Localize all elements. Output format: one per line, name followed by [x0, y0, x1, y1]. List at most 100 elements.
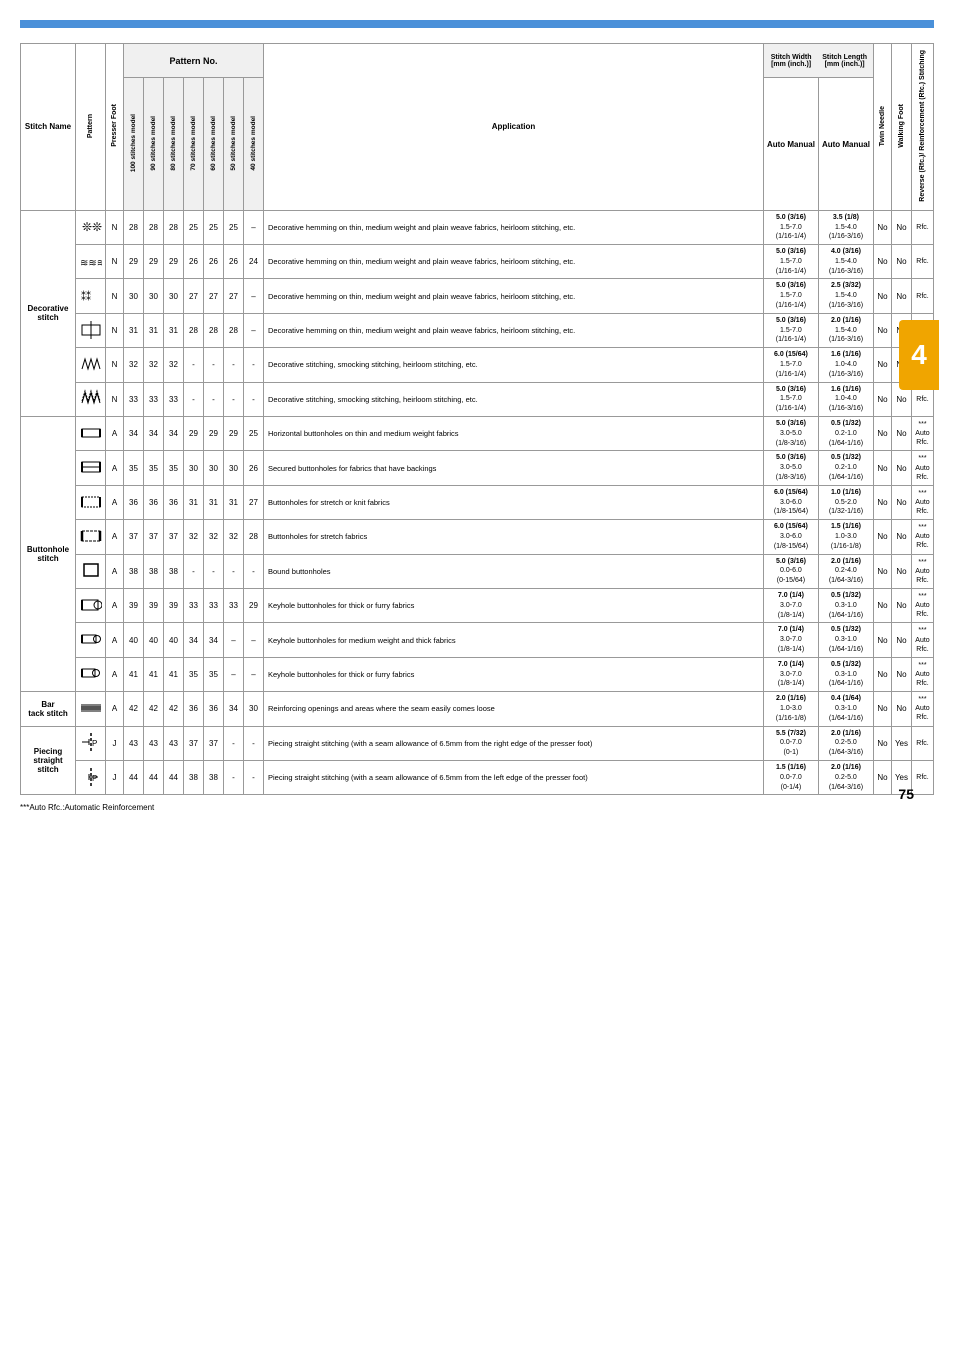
- pattern-num-n70: -: [184, 554, 204, 588]
- pattern-num-n100: 33: [124, 382, 144, 416]
- pattern-num-n40: –: [244, 657, 264, 691]
- stitch-length-cell: 1.5 (1/16)1.0-3.0(1/16-1/8): [818, 520, 873, 554]
- pattern-num-n40: 25: [244, 417, 264, 451]
- twin-needle-cell: No: [873, 417, 891, 451]
- pattern-num-n70: 35: [184, 657, 204, 691]
- pattern-num-n80: 35: [164, 451, 184, 485]
- pattern-num-n70: 37: [184, 726, 204, 760]
- pattern-num-n100: 34: [124, 417, 144, 451]
- pattern-num-n100: 28: [124, 210, 144, 244]
- application-cell: Decorative hemming on thin, medium weigh…: [264, 279, 764, 313]
- pattern-icon-cell: ❊❊: [76, 210, 106, 244]
- pattern-num-n70: 31: [184, 485, 204, 519]
- stitch-length-cell: 1.6 (1/16)1.0-4.0(1/16-3/16): [818, 382, 873, 416]
- twin-needle-cell: No: [873, 554, 891, 588]
- stitch-width-cell: 5.0 (3/16)0.0-6.0(0-15/64): [763, 554, 818, 588]
- pattern-icon-cell: [76, 554, 106, 588]
- pattern-num-n80: 29: [164, 245, 184, 279]
- header-100: 100 stitches model: [124, 78, 144, 210]
- pattern-icon-cell: [76, 313, 106, 347]
- reverse-cell: Rfc.: [912, 726, 934, 760]
- reverse-cell: Rfc.: [912, 210, 934, 244]
- presser-foot-cell: A: [106, 485, 124, 519]
- stitch-width-cell: 1.5 (1/16)0.0-7.0(0-1/4): [763, 760, 818, 794]
- pattern-num-n70: 38: [184, 760, 204, 794]
- svg-text:P: P: [92, 739, 97, 748]
- pattern-num-n80: 28: [164, 210, 184, 244]
- presser-foot-cell: A: [106, 657, 124, 691]
- table-row: A36363631313127Buttonholes for stretch o…: [21, 485, 934, 519]
- group-name-cell: Bartack stitch: [21, 692, 76, 726]
- pattern-num-n40: 30: [244, 692, 264, 726]
- pattern-num-n40: –: [244, 210, 264, 244]
- stitch-length-cell: 2.0 (1/16)0.2-5.0(1/64-3/16): [818, 726, 873, 760]
- pattern-num-n80: 32: [164, 348, 184, 382]
- svg-text:≋≋≋: ≋≋≋: [80, 258, 102, 269]
- header-pattern: Pattern: [76, 44, 106, 211]
- pattern-num-n70: 25: [184, 210, 204, 244]
- pattern-icon-cell: [76, 485, 106, 519]
- pattern-num-n80: 37: [164, 520, 184, 554]
- application-cell: Reinforcing openings and areas where the…: [264, 692, 764, 726]
- header-60: 60 stitches model: [204, 78, 224, 210]
- application-cell: Keyhole buttonholes for thick or furry f…: [264, 657, 764, 691]
- presser-foot-cell: A: [106, 623, 124, 657]
- pattern-num-n50: 29: [224, 417, 244, 451]
- pattern-num-n60: 35: [204, 657, 224, 691]
- pattern-num-n90: 32: [144, 348, 164, 382]
- stitch-width-cell: 7.0 (1/4)3.0-7.0(1/8-1/4): [763, 589, 818, 623]
- twin-needle-cell: No: [873, 348, 891, 382]
- pattern-num-n40: -: [244, 382, 264, 416]
- stitch-length-cell: 0.5 (1/32)0.3-1.0(1/64-1/16): [818, 589, 873, 623]
- presser-foot-cell: A: [106, 417, 124, 451]
- presser-foot-cell: N: [106, 382, 124, 416]
- stitch-width-cell: 5.0 (3/16)1.5-7.0(1/16-1/4): [763, 313, 818, 347]
- stitch-length-cell: 0.4 (1/64)0.3-1.0(1/64-1/16): [818, 692, 873, 726]
- header-stitch-name: Stitch Name: [21, 44, 76, 211]
- stitch-length-cell: 2.0 (1/16)0.2-4.0(1/64-3/16): [818, 554, 873, 588]
- reverse-cell: ***AutoRfc.: [912, 623, 934, 657]
- stitch-width-cell: 5.0 (3/16)3.0-5.0(1/8-3/16): [763, 451, 818, 485]
- presser-foot-cell: N: [106, 210, 124, 244]
- pattern-num-n90: 37: [144, 520, 164, 554]
- stitch-width-cell: 5.0 (3/16)1.5-7.0(1/16-1/4): [763, 279, 818, 313]
- presser-foot-cell: J: [106, 760, 124, 794]
- pattern-icon-cell: [76, 382, 106, 416]
- pattern-num-n100: 29: [124, 245, 144, 279]
- pattern-num-n100: 30: [124, 279, 144, 313]
- pattern-num-n80: 41: [164, 657, 184, 691]
- presser-foot-cell: A: [106, 589, 124, 623]
- application-cell: Buttonholes for stretch or knit fabrics: [264, 485, 764, 519]
- walking-foot-cell: No: [891, 589, 911, 623]
- pattern-num-n70: 27: [184, 279, 204, 313]
- pattern-num-n50: 32: [224, 520, 244, 554]
- pattern-num-n70: 33: [184, 589, 204, 623]
- reverse-cell: ***AutoRfc.: [912, 657, 934, 691]
- walking-foot-cell: No: [891, 520, 911, 554]
- application-cell: Decorative hemming on thin, medium weigh…: [264, 210, 764, 244]
- table-row: A35353530303026Secured buttonholes for f…: [21, 451, 934, 485]
- stitch-width-cell: 6.0 (15/64)3.0-6.0(1/8-15/64): [763, 520, 818, 554]
- stitch-table: Stitch Name Pattern Presser Foot Pattern…: [20, 43, 934, 795]
- pattern-num-n70: 28: [184, 313, 204, 347]
- pattern-num-n70: 34: [184, 623, 204, 657]
- walking-foot-cell: Yes: [891, 726, 911, 760]
- reverse-cell: ***AutoRfc.: [912, 589, 934, 623]
- pattern-num-n50: –: [224, 623, 244, 657]
- application-cell: Decorative stitching, smocking stitching…: [264, 382, 764, 416]
- pattern-num-n40: 24: [244, 245, 264, 279]
- pattern-num-n90: 41: [144, 657, 164, 691]
- pattern-num-n70: -: [184, 348, 204, 382]
- group-name-cell: Decorativestitch: [21, 210, 76, 416]
- pattern-num-n60: 31: [204, 485, 224, 519]
- pattern-num-n50: 31: [224, 485, 244, 519]
- table-row: Piecingstraight stitchPJ4343433737--Piec…: [21, 726, 934, 760]
- pattern-num-n50: 28: [224, 313, 244, 347]
- pattern-num-n80: 33: [164, 382, 184, 416]
- reverse-cell: ***AutoRfc.: [912, 554, 934, 588]
- pattern-num-n90: 42: [144, 692, 164, 726]
- pattern-num-n80: 44: [164, 760, 184, 794]
- pattern-num-n40: 29: [244, 589, 264, 623]
- reverse-cell: ***AutoRfc.: [912, 451, 934, 485]
- twin-needle-cell: No: [873, 589, 891, 623]
